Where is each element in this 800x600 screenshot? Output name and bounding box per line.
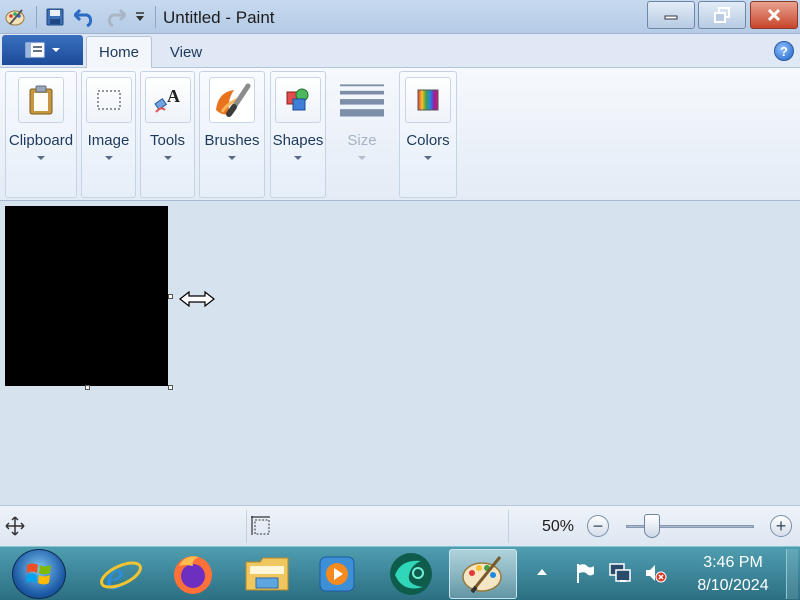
svg-text:e: e xyxy=(106,553,124,597)
undo-button[interactable] xyxy=(74,6,96,28)
clock-time[interactable]: 3:46 PM xyxy=(690,554,776,572)
ribbon-group-shapes[interactable]: Shapes xyxy=(270,71,326,198)
quick-access-separator xyxy=(36,6,37,28)
tab-view[interactable]: View xyxy=(155,36,217,68)
close-button[interactable] xyxy=(750,1,798,29)
ribbon-group-label: Shapes xyxy=(272,132,324,149)
chevron-down-icon xyxy=(51,48,60,52)
ribbon-group-label: Colors xyxy=(406,132,450,149)
close-icon xyxy=(767,8,781,22)
restore-icon xyxy=(714,7,730,23)
redo-button[interactable] xyxy=(104,6,126,28)
taskbar-paint[interactable] xyxy=(449,549,517,599)
ribbon-group-brushes[interactable]: Brushes xyxy=(199,71,265,198)
ribbon-group-label: Tools xyxy=(149,132,186,149)
taskbar: e 3:46 PM 8/10/2024 xyxy=(0,546,800,600)
horizontal-resize-cursor-icon xyxy=(179,290,215,308)
ribbon-group-label: Image xyxy=(87,132,130,149)
ribbon-group-label: Clipboard xyxy=(8,132,74,149)
start-button[interactable] xyxy=(12,549,66,599)
chevron-down-icon xyxy=(424,156,432,160)
zoom-out-button[interactable]: − xyxy=(587,515,609,537)
minimize-button[interactable] xyxy=(647,1,695,29)
save-icon xyxy=(46,8,64,26)
cursor-position-icon xyxy=(5,516,25,536)
canvas-workspace[interactable] xyxy=(0,201,800,505)
chevron-down-icon xyxy=(163,156,172,160)
paint-menu-button[interactable] xyxy=(2,35,83,65)
title-bar: Untitled - Paint xyxy=(0,0,800,34)
ribbon-group-label: Brushes xyxy=(204,132,260,149)
brush-icon xyxy=(209,77,255,123)
ribbon-tab-row: Home View xyxy=(0,34,800,68)
chevron-down-icon xyxy=(358,156,366,160)
clipboard-icon xyxy=(18,77,64,123)
cyberlink-icon xyxy=(390,553,432,595)
chevron-down-icon xyxy=(37,156,45,160)
paint-icon xyxy=(462,556,502,594)
taskbar-firefox[interactable] xyxy=(160,549,226,599)
zoom-level-text: 50% xyxy=(542,518,575,535)
shapes-icon xyxy=(275,77,321,123)
help-button[interactable]: ? xyxy=(774,41,794,61)
resize-handle-bottom[interactable] xyxy=(85,385,90,390)
resize-handle-right[interactable] xyxy=(168,294,173,299)
paint-app-icon[interactable] xyxy=(4,6,26,28)
file-explorer-icon xyxy=(245,557,289,591)
title-separator xyxy=(155,6,156,28)
zoom-in-button[interactable]: + xyxy=(770,515,792,537)
network-button[interactable] xyxy=(608,561,632,585)
ribbon-group-colors[interactable]: Colors xyxy=(399,71,457,198)
chevron-down-icon xyxy=(228,156,236,160)
ribbon-group-image[interactable]: Image xyxy=(81,71,136,198)
ribbon-group-clipboard[interactable]: Clipboard xyxy=(5,71,77,198)
internet-explorer-icon: e xyxy=(100,553,142,597)
clock-date[interactable]: 8/10/2024 xyxy=(690,577,776,595)
firefox-icon xyxy=(174,556,212,594)
ribbon-group-label: Size xyxy=(347,132,377,149)
taskbar-media-player[interactable] xyxy=(304,549,370,599)
svg-text:A: A xyxy=(167,86,180,106)
taskbar-cyberlink[interactable] xyxy=(378,549,444,599)
ribbon: Clipboard Image A Tools Brushes Shapes S… xyxy=(0,68,800,201)
tab-home[interactable]: Home xyxy=(86,36,152,68)
taskbar-file-explorer[interactable] xyxy=(234,549,300,599)
minimize-icon xyxy=(664,15,678,20)
windows-logo-icon xyxy=(26,563,51,585)
flag-icon xyxy=(577,564,594,583)
document-menu-icon xyxy=(25,42,44,58)
status-divider xyxy=(246,510,247,543)
ribbon-group-size: Size xyxy=(330,71,394,198)
selection-size-icon xyxy=(251,516,270,535)
action-center-button[interactable] xyxy=(573,561,597,585)
status-bar: 50% − + xyxy=(0,505,800,546)
chevron-down-icon xyxy=(294,156,302,160)
network-icon xyxy=(609,563,631,582)
status-divider xyxy=(508,510,509,543)
color-palette-icon xyxy=(405,77,451,123)
window-title: Untitled - Paint xyxy=(163,8,275,27)
line-size-icon xyxy=(339,77,385,123)
show-desktop-button[interactable] xyxy=(786,549,798,599)
volume-muted-icon xyxy=(646,565,667,583)
customize-quick-access-button[interactable] xyxy=(132,6,148,28)
taskbar-internet-explorer[interactable]: e xyxy=(88,549,154,599)
show-hidden-icons-button[interactable] xyxy=(537,569,547,575)
tools-icon: A xyxy=(144,77,191,123)
zoom-slider-thumb[interactable] xyxy=(643,514,660,538)
select-rectangle-icon xyxy=(85,77,132,123)
ribbon-group-tools[interactable]: A Tools xyxy=(140,71,195,198)
chevron-down-icon xyxy=(104,156,113,160)
volume-button[interactable] xyxy=(644,561,668,585)
undo-icon xyxy=(74,8,93,27)
resize-handle-corner[interactable] xyxy=(168,385,173,390)
redo-icon xyxy=(107,8,126,27)
drawing-canvas[interactable] xyxy=(5,206,168,386)
chevron-down-icon xyxy=(136,12,144,21)
media-player-icon xyxy=(319,556,355,592)
restore-button[interactable] xyxy=(698,1,746,29)
save-button[interactable] xyxy=(44,6,66,28)
